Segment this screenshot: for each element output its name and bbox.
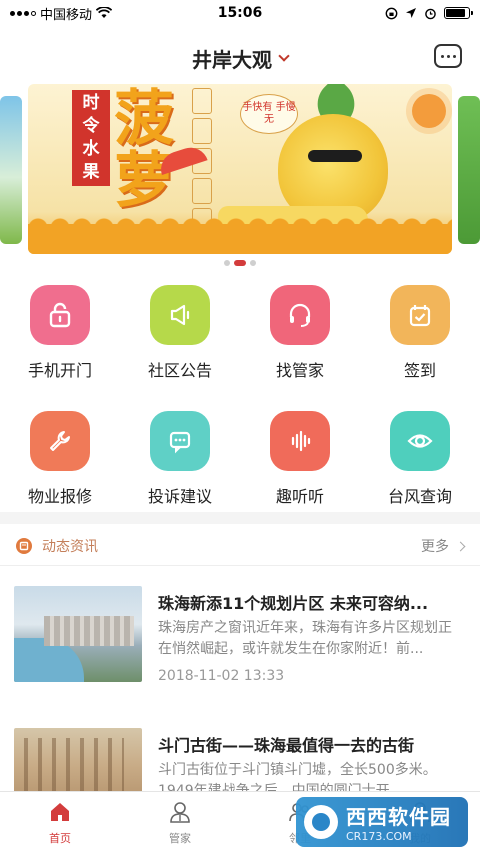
grid-item-typhoon[interactable]: 台风查询 [360,411,480,507]
carrier-label: 中国移动 [40,7,93,23]
banner-prev-card[interactable] [0,96,22,244]
watermark-icon [304,805,338,839]
message-dots-icon [440,54,444,58]
header: 井岸大观 [0,36,480,80]
news-icon [16,538,32,554]
news-thumbnail [14,586,142,682]
news-summary: 珠海房产之窗讯近年来，珠海有许多片区规划正在悄然崛起，或许就发生在你家附近！前.… [158,620,452,657]
grid-item-checkin[interactable]: 签到 [360,285,480,381]
tab-home[interactable]: 首页 [0,792,120,853]
lock-icon [30,285,90,345]
more-label: 更多 [421,539,449,555]
carousel-dot [224,260,230,266]
grid-label: 手机开门 [27,361,92,380]
sun-graphic [412,94,446,128]
watermark-sub: CR173.COM [346,830,412,843]
battery-icon [444,7,473,19]
butler-icon [170,801,190,823]
chevron-right-icon [455,541,466,551]
sunglasses-graphic [308,150,362,162]
news-headline: 珠海新添11个规划片区 未来可容纳... [158,594,429,613]
grid-label: 趣听听 [275,487,324,506]
signal-icon [10,10,36,16]
grid-label: 台风查询 [387,487,452,506]
home-icon [51,802,69,821]
rotation-lock-icon [385,7,398,19]
grid-item-announcements[interactable]: 社区公告 [120,285,240,381]
news-section-header: 动态资讯 更多 [0,528,480,564]
location-icon [406,8,416,18]
function-grid: 手机开门 社区公告 找管家 签到 物业报修 投诉建议 趣听听 台风查询 [0,285,480,507]
carousel-indicator [0,260,480,266]
status-right [385,7,473,20]
status-left: 中国移动 [10,4,113,23]
banner-bubble: 手快有 手慢无 [240,94,298,134]
wifi-icon [96,7,113,18]
status-bar: 中国移动 15:06 [0,0,480,26]
news-date: 2018-11-02 13:33 [158,668,285,684]
tab-label: 首页 [49,831,71,845]
grid-item-complaint[interactable]: 投诉建议 [120,411,240,507]
banner-slide[interactable]: 时 令 水 果 菠 萝 手快有 手慢无 [28,84,452,254]
watermark-text: 西西软件园 [346,805,451,829]
drip-border [28,214,452,254]
megaphone-icon [150,285,210,345]
calendar-check-icon [390,285,450,345]
chat-icon [150,411,210,471]
news-item[interactable]: 斗门古街——珠海最值得一去的古街 斗门古街位于斗门镇斗门墟，全长500多米。19… [0,728,480,824]
news-section-title: 动态资讯 [42,539,98,555]
wrench-icon [30,411,90,471]
grid-item-listen[interactable]: 趣听听 [240,411,360,507]
grid-label: 找管家 [275,361,324,380]
grid-label: 社区公告 [147,361,212,380]
watermark-logo: 西西软件园 CR173.COM [296,797,468,847]
news-headline: 斗门古街——珠海最值得一去的古街 [158,736,415,755]
banner-headline: 菠 萝 [114,84,174,216]
grid-label: 物业报修 [27,487,92,506]
divider-line [0,565,480,566]
grid-item-butler[interactable]: 找管家 [240,285,360,381]
tab-label: 管家 [169,831,191,845]
more-link[interactable]: 更多 [421,536,466,556]
carousel-dot-active [234,260,246,266]
carousel-dot [250,260,256,266]
headset-icon [270,285,330,345]
grid-item-mobile-door[interactable]: 手机开门 [0,285,120,381]
soundwave-icon [270,411,330,471]
grid-label: 签到 [403,361,436,380]
section-divider [0,512,480,524]
banner-carousel[interactable]: 时 令 水 果 菠 萝 手快有 手慢无 [0,84,480,254]
tab-butler[interactable]: 管家 [120,792,240,853]
chevron-down-icon [278,50,290,62]
banner-next-card[interactable] [458,96,480,244]
eye-icon [390,411,450,471]
page-title: 井岸大观 [192,47,272,72]
banner-tag: 时 令 水 果 [72,90,110,186]
message-button[interactable] [434,44,462,68]
grid-label: 投诉建议 [147,487,212,506]
news-item[interactable]: 珠海新添11个规划片区 未来可容纳... 珠海房产之窗讯近年来，珠海有许多片区规… [0,586,480,696]
community-selector[interactable]: 井岸大观 [192,44,290,73]
grid-item-repair[interactable]: 物业报修 [0,411,120,507]
alarm-icon [425,8,436,19]
